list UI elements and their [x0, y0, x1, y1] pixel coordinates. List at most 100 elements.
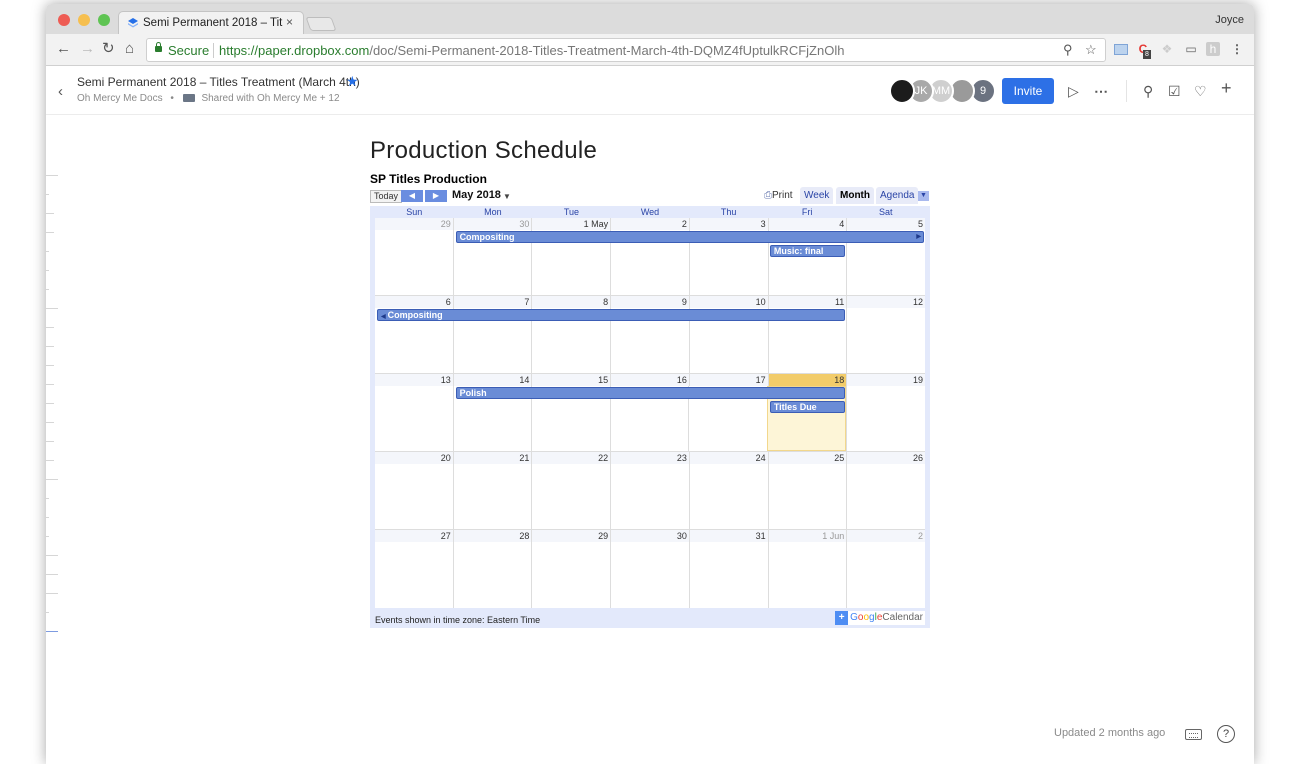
day-number[interactable]: 30 — [610, 530, 689, 542]
day-number[interactable]: 24 — [688, 452, 768, 464]
day-number[interactable]: 29 — [375, 218, 453, 230]
browser-tab[interactable]: Semi Permanent 2018 – Titles × — [118, 11, 304, 35]
print-button[interactable]: ⎙Print — [764, 190, 793, 201]
day-number[interactable]: 31 — [688, 530, 768, 542]
day-number[interactable]: 8 — [531, 296, 610, 308]
outline-tick[interactable] — [46, 365, 54, 366]
day-number[interactable]: 2 — [846, 530, 925, 542]
outline-tick[interactable] — [46, 270, 49, 271]
outline-tick[interactable] — [46, 232, 54, 233]
dropbox-extension-icon[interactable]: ❖ — [1160, 42, 1174, 56]
outline-tick[interactable] — [46, 593, 58, 594]
calendar-event[interactable]: Compositing ▶ — [455, 231, 924, 243]
outline-tick[interactable] — [46, 308, 58, 309]
day-cell[interactable] — [375, 464, 453, 529]
day-cell[interactable] — [375, 386, 453, 451]
day-cell[interactable] — [375, 542, 453, 608]
day-number[interactable]: 13 — [375, 374, 453, 386]
outline-tick[interactable] — [46, 536, 49, 537]
day-number[interactable]: 7 — [452, 296, 532, 308]
profile-name[interactable]: Joyce — [1215, 14, 1244, 26]
outline-tick[interactable] — [46, 498, 49, 499]
outline-tick[interactable] — [46, 422, 54, 423]
zoom-icon[interactable]: ⚲ — [1063, 42, 1073, 58]
day-number[interactable]: 1 May — [531, 218, 610, 230]
outline-tick[interactable] — [46, 327, 54, 328]
day-number[interactable]: 29 — [531, 530, 610, 542]
day-cell[interactable] — [846, 386, 925, 451]
day-cell[interactable] — [846, 542, 925, 608]
back-chevron-icon[interactable]: ‹ — [58, 83, 63, 100]
next-month-button[interactable]: ▶ — [425, 190, 447, 202]
prev-month-button[interactable]: ◀ — [401, 190, 423, 202]
outline-tick[interactable] — [46, 403, 54, 404]
maximize-window-button[interactable] — [98, 14, 110, 26]
google-calendar-button[interactable]: + GoogleCalendar — [835, 611, 925, 625]
bookmark-star-icon[interactable]: ☆ — [1085, 42, 1097, 58]
calendar-event[interactable]: ◀ Compositing — [377, 309, 846, 321]
add-icon[interactable]: + — [1221, 79, 1232, 97]
browser-menu-icon[interactable]: ⋮ — [1230, 42, 1244, 56]
close-window-button[interactable] — [58, 14, 70, 26]
back-arrow-icon[interactable]: ← — [56, 41, 71, 57]
day-number[interactable]: 25 — [767, 452, 847, 464]
day-number[interactable]: 20 — [375, 452, 453, 464]
doc-outline-ticks[interactable] — [46, 175, 60, 650]
address-bar[interactable]: Secure https://paper.dropbox.com/doc/Sem… — [146, 38, 1106, 62]
day-number[interactable]: 10 — [688, 296, 768, 308]
reload-icon[interactable]: ↻ — [102, 41, 115, 57]
keyboard-shortcuts-icon[interactable] — [1185, 729, 1202, 740]
more-options-icon[interactable]: ⋯ — [1094, 83, 1108, 99]
outline-tick[interactable] — [46, 612, 49, 613]
outline-tick[interactable] — [46, 555, 58, 556]
day-number[interactable]: 14 — [452, 374, 532, 386]
day-number[interactable]: 16 — [610, 374, 689, 386]
day-cell[interactable] — [688, 464, 768, 529]
today-button[interactable]: Today — [370, 190, 403, 203]
outline-tick[interactable] — [46, 441, 54, 442]
cast-icon[interactable]: ▭ — [1184, 42, 1198, 56]
day-cell[interactable] — [846, 464, 925, 529]
calendar-event[interactable]: Music: final — [769, 245, 846, 257]
day-number[interactable]: 27 — [375, 530, 453, 542]
outline-tick[interactable] — [46, 346, 54, 347]
day-cell[interactable] — [452, 542, 532, 608]
outline-tick[interactable] — [46, 289, 49, 290]
shared-with-link[interactable]: Shared with Oh Mercy Me + 12 — [201, 93, 339, 104]
home-icon[interactable]: ⌂ — [125, 41, 134, 57]
outline-tick[interactable] — [46, 194, 49, 195]
day-number[interactable]: 2 — [610, 218, 689, 230]
day-cell[interactable] — [767, 464, 847, 529]
day-number[interactable]: 6 — [375, 296, 453, 308]
day-cell[interactable] — [452, 464, 532, 529]
day-number[interactable]: 5 — [846, 218, 925, 230]
day-cell[interactable] — [375, 230, 453, 295]
notifications-bell-icon[interactable]: ♡ — [1194, 83, 1207, 99]
outline-tick[interactable] — [46, 384, 54, 385]
calendar-event[interactable]: Polish — [455, 387, 846, 399]
day-cell[interactable] — [688, 542, 768, 608]
outline-tick[interactable] — [46, 479, 58, 480]
extension-screen-icon[interactable] — [1114, 44, 1128, 55]
day-cell[interactable] — [531, 542, 610, 608]
chevron-down-icon[interactable]: ▼ — [503, 192, 511, 201]
day-number[interactable]: 30 — [452, 218, 532, 230]
invite-button[interactable]: Invite — [1002, 78, 1054, 104]
day-number[interactable]: 22 — [531, 452, 610, 464]
day-number[interactable]: 3 — [688, 218, 768, 230]
view-dropdown-icon[interactable]: ▼ — [918, 191, 929, 201]
day-number[interactable]: 4 — [767, 218, 847, 230]
extension-h-icon[interactable]: h — [1206, 42, 1220, 56]
calendar-event[interactable]: Titles Due — [769, 401, 846, 413]
avatar[interactable] — [889, 78, 915, 104]
forward-arrow-icon[interactable]: → — [80, 41, 95, 57]
tab-close-icon[interactable]: × — [286, 15, 293, 29]
favorite-star-icon[interactable]: ★ — [346, 73, 359, 90]
day-number[interactable]: 23 — [610, 452, 689, 464]
outline-tick[interactable] — [46, 517, 49, 518]
tab-week[interactable]: Week — [800, 187, 834, 204]
day-number[interactable]: 19 — [846, 374, 925, 386]
day-number[interactable]: 17 — [688, 374, 768, 386]
help-icon[interactable]: ? — [1217, 725, 1235, 743]
day-number[interactable]: 1 Jun — [767, 530, 847, 542]
